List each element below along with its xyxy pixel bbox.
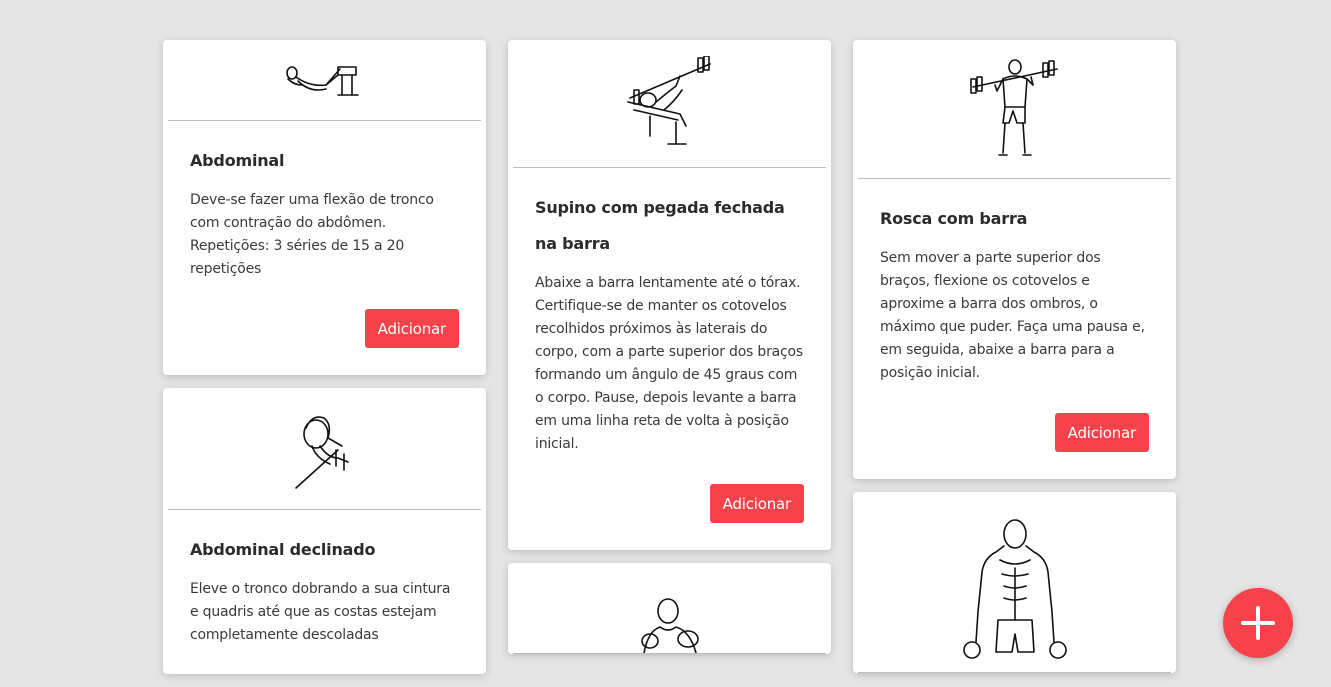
add-exercise-button[interactable]: Adicionar bbox=[364, 309, 459, 348]
barbell-curl-illustration bbox=[969, 58, 1058, 156]
crunch-illustration bbox=[285, 66, 359, 96]
exercise-column-2: Supino com pegada fechada na barra Abaix… bbox=[508, 40, 831, 667]
exercise-grid: Abdominal Deve-se fazer uma flexão de tr… bbox=[163, 40, 1176, 680]
exercise-card: Abdominal Deve-se fazer uma flexão de tr… bbox=[163, 40, 486, 375]
exercise-actions: Adicionar bbox=[880, 413, 1149, 452]
exercise-card: Abdominal declinado Eleve o tronco dobra… bbox=[163, 388, 486, 674]
exercise-image bbox=[168, 388, 481, 510]
add-exercise-button[interactable]: Adicionar bbox=[709, 484, 804, 523]
exercise-body: Abdominal declinado Eleve o tronco dobra… bbox=[163, 510, 486, 674]
exercise-description: Sem mover a parte superior dos braços, f… bbox=[880, 250, 1145, 381]
exercise-image bbox=[858, 40, 1171, 179]
exercise-image bbox=[513, 40, 826, 168]
plus-icon bbox=[1241, 606, 1275, 640]
exercise-column-3: Rosca com barra Sem mover a parte superi… bbox=[853, 40, 1176, 686]
exercise-image bbox=[513, 563, 826, 654]
exercise-body: Rosca com barra Sem mover a parte superi… bbox=[853, 179, 1176, 479]
exercise-actions: Adicionar bbox=[190, 309, 459, 348]
exercise-illustration bbox=[640, 598, 699, 653]
exercise-description: Eleve o tronco dobrando a sua cintura e … bbox=[190, 581, 451, 643]
close-grip-bench-press-illustration bbox=[626, 56, 711, 145]
exercise-column-1: Abdominal Deve-se fazer uma flexão de tr… bbox=[163, 40, 486, 687]
exercise-body: Supino com pegada fechada na barra Abaix… bbox=[508, 168, 831, 550]
exercise-card: Rosca com barra Sem mover a parte superi… bbox=[853, 40, 1176, 479]
exercise-title: Abdominal bbox=[190, 151, 285, 170]
exercise-description: Abaixe a barra lentamente até o tórax. C… bbox=[535, 275, 803, 452]
add-exercise-button[interactable]: Adicionar bbox=[1054, 413, 1149, 452]
exercise-description: Deve-se fazer uma flexão de tronco com c… bbox=[190, 192, 434, 277]
exercise-card: Supino com pegada fechada na barra Abaix… bbox=[508, 40, 831, 550]
exercise-card bbox=[853, 492, 1176, 673]
exercise-image bbox=[168, 40, 481, 121]
exercise-image bbox=[858, 492, 1171, 673]
exercise-body: Abdominal Deve-se fazer uma flexão de tr… bbox=[163, 121, 486, 375]
decline-crunch-illustration bbox=[294, 416, 349, 489]
exercise-card bbox=[508, 563, 831, 654]
exercise-actions: Adicionar bbox=[535, 484, 804, 523]
exercise-title: Abdominal declinado bbox=[190, 540, 376, 559]
exercise-title: Rosca com barra bbox=[880, 209, 1028, 228]
exercise-illustration bbox=[962, 519, 1067, 659]
add-fab-button[interactable] bbox=[1223, 588, 1293, 658]
exercise-title: Supino com pegada fechada na barra bbox=[535, 198, 785, 253]
